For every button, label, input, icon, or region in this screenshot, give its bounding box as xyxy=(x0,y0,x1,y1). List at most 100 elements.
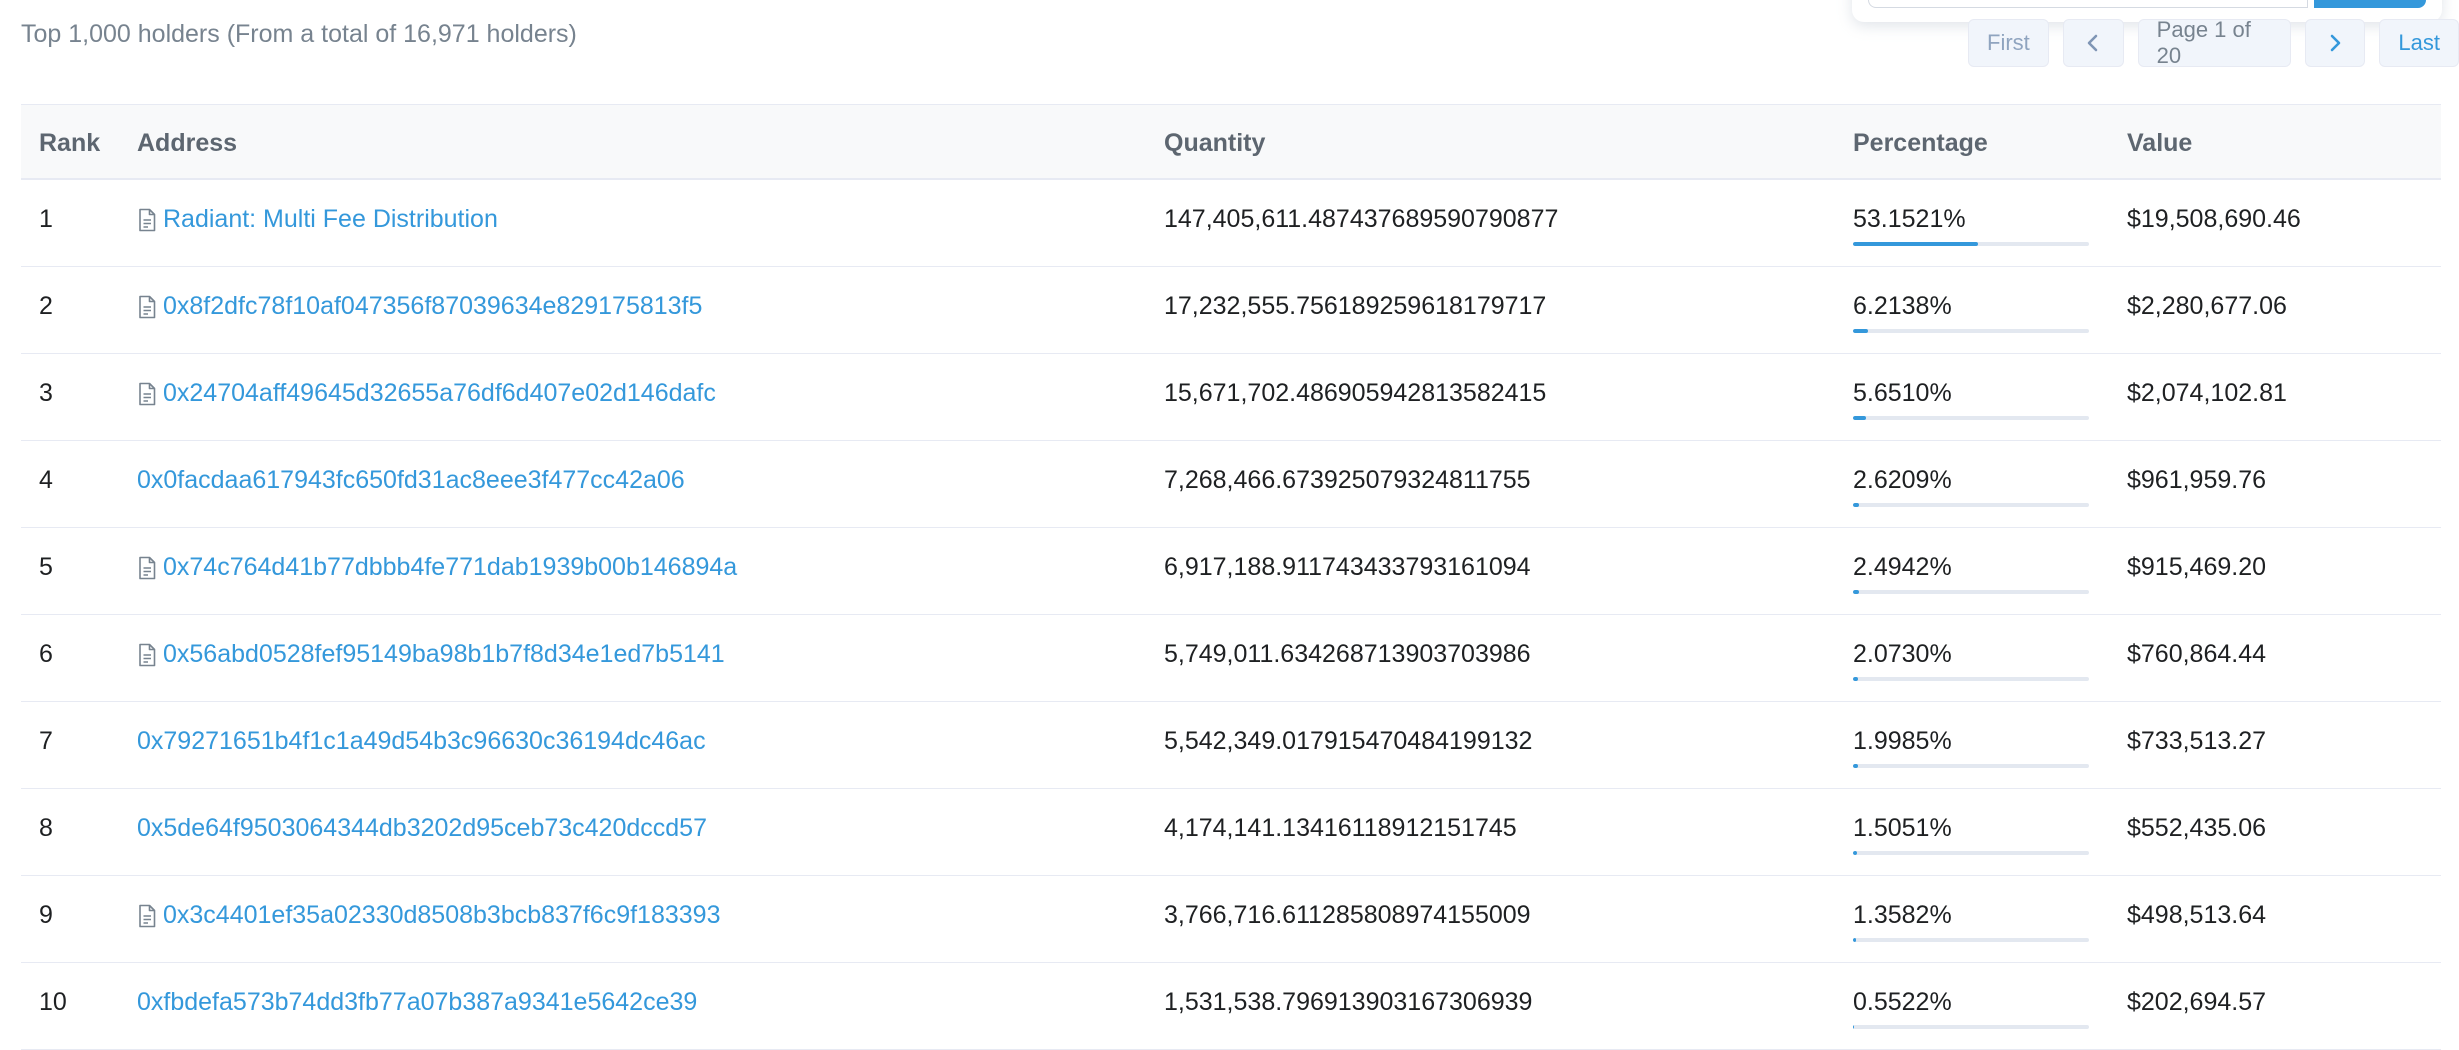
percentage-bar-fill xyxy=(1853,590,1859,594)
header-quantity: Quantity xyxy=(1164,129,1266,157)
percentage-bar-fill xyxy=(1853,764,1858,768)
percentage-bar-fill xyxy=(1853,938,1857,942)
percentage-bar-track xyxy=(1853,503,2089,507)
quantity-cell: 17,232,555.756189259618179717 xyxy=(1164,292,1547,320)
address-link[interactable]: 0x3c4401ef35a02330d8508b3bcb837f6c9f1833… xyxy=(163,901,720,930)
address-link[interactable]: 0x0facdaa617943fc650fd31ac8eee3f477cc42a… xyxy=(137,466,685,495)
percentage-bar-track xyxy=(1853,851,2089,855)
percentage-cell: 6.2138% xyxy=(1853,292,1952,320)
percentage-bar-track xyxy=(1853,1025,2089,1029)
percentage-cell: 2.0730% xyxy=(1853,640,1952,668)
chevron-left-icon xyxy=(2087,34,2098,52)
address-cell: 0xfbdefa573b74dd3fb77a07b387a9341e5642ce… xyxy=(137,988,697,1017)
percentage-bar-track xyxy=(1853,677,2089,681)
rank-cell: 5 xyxy=(39,553,53,581)
address-cell: 0x79271651b4f1c1a49d54b3c96630c36194dc46… xyxy=(137,727,706,756)
table-body: 1 Radiant: Multi Fee Distribution 147,405,… xyxy=(21,180,2441,1050)
table-row: 8 0x5de64f9503064344db3202d95ceb73c420dcc… xyxy=(21,789,2441,876)
first-page-button[interactable]: First xyxy=(1968,19,2049,67)
quantity-cell: 7,268,466.673925079324811755 xyxy=(1164,466,1531,494)
rank-cell: 3 xyxy=(39,379,53,407)
percentage-cell: 5.6510% xyxy=(1853,379,1952,407)
header-value: Value xyxy=(2127,129,2193,157)
quantity-cell: 5,542,349.017915470484199132 xyxy=(1164,727,1533,755)
percentage-bar-track xyxy=(1853,938,2089,942)
quantity-cell: 3,766,716.611285808974155009 xyxy=(1164,901,1531,929)
address-link[interactable]: 0x74c764d41b77dbbb4fe771dab1939b00b14689… xyxy=(163,553,737,582)
value-cell: $552,435.06 xyxy=(2127,814,2267,842)
address-link[interactable]: 0x24704aff49645d32655a76df6d407e02d146da… xyxy=(163,379,716,408)
value-cell: $2,074,102.81 xyxy=(2127,379,2287,407)
rank-cell: 9 xyxy=(39,901,53,929)
search-button[interactable] xyxy=(2314,0,2426,8)
address-link[interactable]: 0x5de64f9503064344db3202d95ceb73c420dccd… xyxy=(137,814,707,843)
contract-file-icon xyxy=(139,208,156,231)
value-cell: $733,513.27 xyxy=(2127,727,2267,755)
table-row: 1 Radiant: Multi Fee Distribution 147,405,… xyxy=(21,180,2441,267)
address-link[interactable]: Radiant: Multi Fee Distribution xyxy=(163,205,498,234)
contract-file-icon xyxy=(139,643,156,666)
table-row: 7 0x79271651b4f1c1a49d54b3c96630c36194dc4… xyxy=(21,702,2441,789)
percentage-cell: 2.4942% xyxy=(1853,553,1952,581)
quantity-cell: 5,749,011.634268713903703986 xyxy=(1164,640,1531,668)
quantity-cell: 6,917,188.911743433793161094 xyxy=(1164,553,1531,581)
quantity-cell: 1,531,538.796913903167306939 xyxy=(1164,988,1533,1016)
rank-cell: 4 xyxy=(39,466,53,494)
value-cell: $961,959.76 xyxy=(2127,466,2267,494)
percentage-bar-track xyxy=(1853,764,2089,768)
rank-cell: 8 xyxy=(39,814,53,842)
percentage-cell: 0.5522% xyxy=(1853,988,1952,1016)
address-link[interactable]: 0x79271651b4f1c1a49d54b3c96630c36194dc46… xyxy=(137,727,706,756)
search-input[interactable] xyxy=(1868,0,2308,8)
previous-page-button[interactable] xyxy=(2062,19,2124,67)
address-cell: Radiant: Multi Fee Distribution xyxy=(137,205,498,234)
percentage-cell: 1.3582% xyxy=(1853,901,1952,929)
table-row: 10 0xfbdefa573b74dd3fb77a07b387a9341e5642… xyxy=(21,963,2441,1050)
summary-text: Top 1,000 holders (From a total of 16,97… xyxy=(21,20,577,48)
percentage-bar-fill xyxy=(1853,416,1867,420)
next-page-button[interactable] xyxy=(2304,19,2366,67)
chevron-right-icon xyxy=(2330,34,2341,52)
table-row: 6 0x56abd0528fef95149ba98b1b7f8d34e1ed7b5… xyxy=(21,615,2441,702)
header-percentage: Percentage xyxy=(1853,129,1988,157)
percentage-bar-track xyxy=(1853,590,2089,594)
value-cell: $2,280,677.06 xyxy=(2127,292,2287,320)
last-page-button[interactable]: Last xyxy=(2379,19,2459,67)
quantity-cell: 147,405,611.487437689590790877 xyxy=(1164,205,1559,233)
percentage-cell: 1.9985% xyxy=(1853,727,1952,755)
rank-cell: 10 xyxy=(39,988,67,1016)
value-cell: $498,513.64 xyxy=(2127,901,2267,929)
address-cell: 0x5de64f9503064344db3202d95ceb73c420dccd… xyxy=(137,814,707,843)
value-cell: $19,508,690.46 xyxy=(2127,205,2301,233)
pagination: First Page 1 of 20 Last xyxy=(1968,17,2459,68)
value-cell: $915,469.20 xyxy=(2127,553,2267,581)
header-rank: Rank xyxy=(39,129,101,157)
contract-file-icon xyxy=(139,904,156,927)
percentage-bar-fill xyxy=(1853,242,1979,246)
address-cell: 0x24704aff49645d32655a76df6d407e02d146da… xyxy=(137,379,716,408)
quantity-cell: 15,671,702.486905942813582415 xyxy=(1164,379,1547,407)
percentage-bar-track xyxy=(1853,416,2089,420)
percentage-bar-fill xyxy=(1853,1025,1855,1029)
percentage-cell: 53.1521% xyxy=(1853,205,1966,233)
address-link[interactable]: 0x56abd0528fef95149ba98b1b7f8d34e1ed7b51… xyxy=(163,640,725,669)
table-row: 9 0x3c4401ef35a02330d8508b3bcb837f6c9f183… xyxy=(21,876,2441,963)
address-cell: 0x8f2dfc78f10af047356f87039634e829175813… xyxy=(137,292,702,321)
rank-cell: 1 xyxy=(39,205,53,233)
address-link[interactable]: 0xfbdefa573b74dd3fb77a07b387a9341e5642ce… xyxy=(137,988,697,1017)
address-cell: 0x56abd0528fef95149ba98b1b7f8d34e1ed7b51… xyxy=(137,640,725,669)
page-indicator: Page 1 of 20 xyxy=(2137,17,2291,68)
percentage-cell: 1.5051% xyxy=(1853,814,1952,842)
contract-file-icon xyxy=(139,382,156,405)
table-header: Rank Address Quantity Percentage Value xyxy=(21,104,2441,180)
address-link[interactable]: 0x8f2dfc78f10af047356f87039634e829175813… xyxy=(163,292,702,321)
rank-cell: 7 xyxy=(39,727,53,755)
header-address: Address xyxy=(137,129,238,157)
percentage-bar-fill xyxy=(1853,851,1857,855)
table-row: 2 0x8f2dfc78f10af047356f87039634e82917581… xyxy=(21,267,2441,354)
quantity-cell: 4,174,141.13416118912151745 xyxy=(1164,814,1517,842)
holders-table: Rank Address Quantity Percentage Value 1… xyxy=(21,104,2441,1050)
rank-cell: 6 xyxy=(39,640,53,668)
table-row: 3 0x24704aff49645d32655a76df6d407e02d146d… xyxy=(21,354,2441,441)
address-cell: 0x0facdaa617943fc650fd31ac8eee3f477cc42a… xyxy=(137,466,685,495)
